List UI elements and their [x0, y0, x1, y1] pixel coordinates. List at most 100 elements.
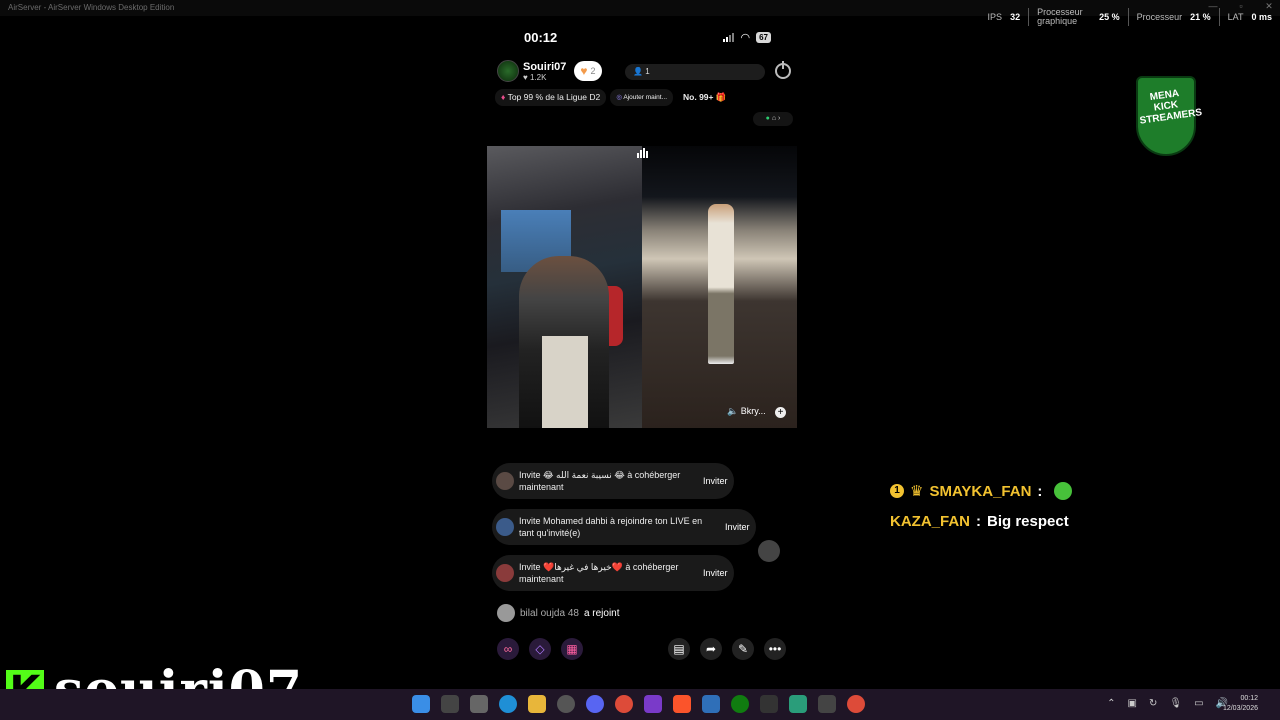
gem-icon: ♦ — [501, 92, 506, 102]
taskbar-clock[interactable]: 00:12 12/03/2026 — [1223, 694, 1258, 714]
divider — [1028, 8, 1030, 26]
rank-chip[interactable]: No. 99+ 🎁 — [677, 89, 732, 106]
taskbar-date: 12/03/2026 — [1222, 705, 1258, 712]
network-icon[interactable]: ▭ — [1194, 698, 1203, 709]
emote-icon — [1054, 482, 1073, 500]
audio-level-icon — [637, 148, 648, 158]
guest-video[interactable] — [642, 146, 797, 428]
user-avatar — [496, 472, 514, 490]
divider — [1127, 8, 1129, 26]
subscriber-badge-icon: 1 — [890, 484, 904, 498]
chat-separator: : — [976, 512, 982, 530]
app-icon[interactable] — [702, 695, 720, 713]
search-icon[interactable] — [441, 695, 459, 713]
chat-overlay: 1 ♛ SMAYKA_FAN : KAZA_FAN : Big respect — [890, 476, 1073, 536]
fps-value: 32 — [1010, 12, 1021, 22]
host-shirt — [542, 336, 588, 428]
more-icon[interactable]: ••• — [764, 638, 786, 660]
lat-value: 0 ms — [1251, 12, 1272, 22]
gpu-value: 25 % — [1099, 12, 1120, 22]
signal-icon — [723, 33, 735, 42]
host-name: Souiri07 — [523, 60, 567, 73]
invite-button[interactable]: Inviter — [703, 568, 728, 578]
system-tray: ⌃ ▣ ↻ 🎙 ▭ 🔊 — [1107, 698, 1228, 709]
xbox-icon[interactable] — [731, 695, 749, 713]
tool-icon[interactable] — [760, 695, 778, 713]
home-icon: ⌂ — [771, 115, 777, 122]
phone-status-bar: 00:12 ◠ 67 — [487, 28, 797, 46]
joined-user: bilal oujda 48 — [520, 607, 579, 619]
heart-icon: ♥ — [523, 72, 528, 82]
performance-overlay: IPS 32 Processeur graphique 25 % Process… — [988, 8, 1272, 26]
host-avatar[interactable] — [497, 60, 519, 82]
settings-icon[interactable] — [557, 695, 575, 713]
invite-button[interactable]: Inviter — [725, 522, 750, 532]
invite-text: Invite 😂 نسيبة نعمة الله 😂 à cohéberger … — [519, 470, 681, 492]
cpu-value: 21 % — [1190, 12, 1211, 22]
wifi-icon: ◠ — [740, 32, 751, 44]
chrome-icon[interactable] — [615, 695, 633, 713]
like-count: 2 — [590, 66, 596, 76]
fps-label: IPS — [987, 12, 1003, 22]
windows-taskbar: ⌃ ▣ ↻ 🎙 ▭ 🔊 00:12 12/03/2026 — [0, 689, 1280, 720]
phone-clock: 00:12 — [524, 30, 558, 45]
league-chip[interactable]: ♦ Top 99 % de la Ligue D2 — [495, 89, 607, 106]
invite-text: Invite ❤️خيرها في غيرها❤️ à cohéberger m… — [519, 562, 679, 584]
add-chip[interactable]: ◎ Ajouter maint... — [610, 89, 674, 106]
sync-icon[interactable]: ↻ — [1149, 698, 1157, 709]
twitch-icon[interactable] — [644, 695, 662, 713]
gift-icon: 🎁 — [715, 92, 727, 102]
invite-text: Invite Mohamed dahbi à rejoindre ton LIV… — [519, 516, 703, 538]
file-explorer-icon[interactable] — [528, 695, 546, 713]
gpu-label: Processeur graphique — [1037, 7, 1083, 26]
joined-action: a rejoint — [583, 607, 620, 619]
microphone-icon[interactable]: 🎙 — [1169, 698, 1182, 709]
chevron-up-icon[interactable]: ⌃ — [1107, 698, 1115, 709]
link-icon[interactable]: ∞ — [497, 638, 519, 660]
host-video[interactable] — [487, 146, 642, 428]
host-info[interactable]: Souiri07 ♥ 1.2K ♥ 2 — [497, 60, 602, 82]
chat-message: 1 ♛ SMAYKA_FAN : — [890, 476, 1073, 506]
multi-guest-icon[interactable]: ◇ — [529, 638, 551, 660]
chat-separator: : — [1037, 482, 1043, 500]
magic-wand-icon[interactable]: ✎ — [732, 638, 754, 660]
mini-controls[interactable]: ● ⌂ › — [753, 112, 793, 126]
share-icon[interactable]: ➦ — [700, 638, 722, 660]
brave-icon[interactable] — [673, 695, 691, 713]
live-toolbar: ∞ ◇ ▦ ▤ ➦ ✎ ••• — [487, 638, 797, 662]
taskbar-time: 00:12 — [1240, 695, 1258, 702]
guest-label[interactable]: 🔈 Bkry... — [727, 406, 766, 417]
chevron-right-icon: › — [778, 115, 781, 122]
live-chips: ♦ Top 99 % de la Ligue D2 ◎ Ajouter main… — [495, 89, 732, 106]
mena-kick-logo: MENA KICK STREAMERS — [1136, 68, 1203, 160]
tray-app-icon[interactable]: ▣ — [1128, 698, 1137, 709]
lat-label: LAT — [1227, 12, 1244, 22]
filmstrip-icon[interactable]: ▤ — [668, 638, 690, 660]
window-title: AirServer - AirServer Windows Desktop Ed… — [8, 3, 175, 12]
app-icon[interactable] — [789, 695, 807, 713]
chrome-icon[interactable] — [847, 695, 865, 713]
chat-text: Big respect — [987, 512, 1069, 530]
windows-start-icon[interactable] — [412, 695, 430, 713]
store-icon[interactable] — [818, 695, 836, 713]
task-view-icon[interactable] — [470, 695, 488, 713]
guest-person — [708, 204, 734, 364]
cpu-label: Processeur — [1136, 12, 1183, 22]
divider — [1218, 8, 1220, 26]
invite-row: Invite 😂 نسيبة نعمة الله 😂 à cohéberger … — [492, 463, 734, 499]
edge-icon[interactable] — [499, 695, 517, 713]
phone-screen: 00:12 ◠ 67 Souiri07 ♥ 1.2K ♥ 2 👤 1 ♦ Top… — [487, 20, 797, 680]
apps-icon[interactable]: ▦ — [561, 638, 583, 660]
person-icon: 👤 — [633, 67, 643, 76]
invite-button[interactable]: Inviter — [703, 476, 728, 486]
invite-row: Invite ❤️خيرها في غيرها❤️ à cohéberger m… — [492, 555, 734, 591]
taskbar-apps — [412, 695, 865, 713]
chat-username: SMAYKA_FAN — [929, 482, 1032, 500]
touch-indicator — [758, 540, 780, 562]
discord-icon[interactable] — [586, 695, 604, 713]
like-button[interactable]: ♥ 2 — [574, 61, 602, 81]
power-icon[interactable] — [775, 61, 791, 79]
heart-icon: ♥ — [580, 64, 588, 78]
add-guest-icon[interactable]: + — [775, 407, 786, 418]
viewer-count[interactable]: 👤 1 — [625, 64, 765, 80]
